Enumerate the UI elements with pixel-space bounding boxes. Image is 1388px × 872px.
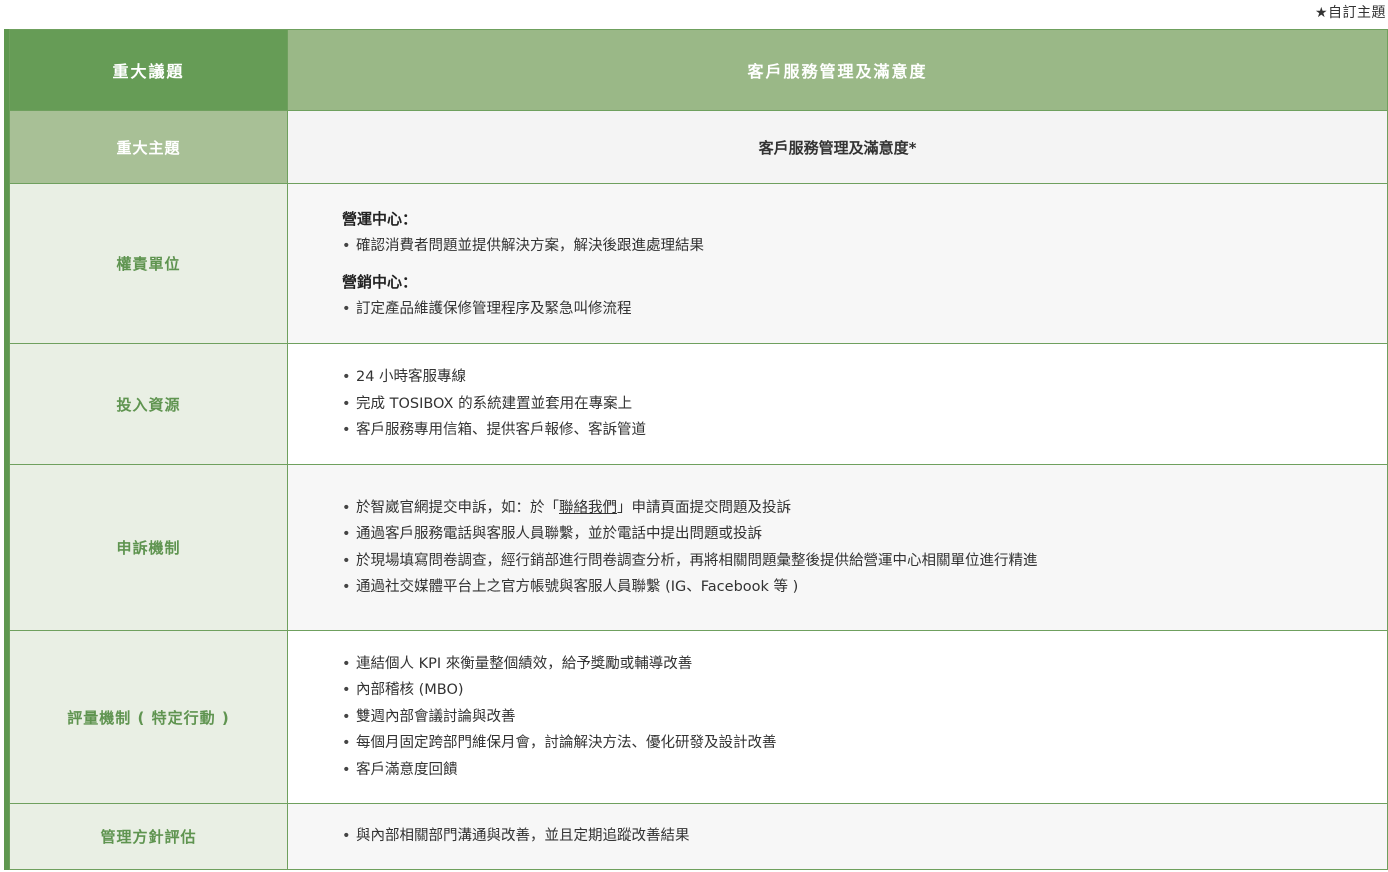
bullet-icon: • bbox=[342, 300, 351, 317]
bullet-icon: • bbox=[342, 655, 351, 672]
list-item: • 客戶服務專用信箱、提供客戶報修、客訴管道 bbox=[342, 417, 1387, 444]
contact-us-link[interactable]: 聯絡我們 bbox=[559, 500, 617, 516]
bullet-icon: • bbox=[342, 708, 351, 725]
list-item: • 於現場填寫問卷調查，經行銷部進行問卷調查分析，再將相關問題彙整後提供給營運中心… bbox=[342, 548, 1387, 575]
bullet-icon: • bbox=[342, 735, 351, 752]
group-title: 營運中心： bbox=[342, 210, 418, 228]
list-item: • 通過社交媒體平台上之官方帳號與客服人員聯繫 (IG、Facebook 等 ) bbox=[342, 574, 1387, 601]
topic-value: 客戶服務管理及滿意度* bbox=[287, 110, 1388, 184]
bullet-icon: • bbox=[342, 579, 351, 595]
custom-topic-note: ★自訂主題 bbox=[1314, 5, 1386, 21]
evaluation-label: 評量機制 ( 特定行動 ) bbox=[9, 630, 288, 804]
bullet-icon: • bbox=[342, 828, 351, 845]
bullet-icon: • bbox=[342, 422, 351, 439]
list-item: • 通過客戶服務電話與客服人員聯繫，並於電話中提出問題或投訴 bbox=[342, 521, 1387, 548]
list-item: • 內部稽核 (MBO) bbox=[342, 677, 1387, 704]
bullet-icon: • bbox=[342, 499, 351, 516]
management-content: • 與內部相關部門溝通與改善，並且定期追蹤改善結果 bbox=[287, 803, 1388, 870]
complaint-row: 申訴機制 • 於智崴官網提交申訴，如：於「聯絡我們」申請頁面提交問題及投訴 • 通過… bbox=[9, 464, 1388, 631]
bullet-icon: • bbox=[342, 526, 351, 542]
bullet-icon: • bbox=[342, 395, 351, 412]
responsibility-content: 營運中心： • 確認消費者問題並提供解決方案，解決後跟進處理結果 營銷中心： • 訂… bbox=[287, 183, 1388, 344]
bullet-icon: • bbox=[342, 369, 351, 386]
complaint-content: • 於智崴官網提交申訴，如：於「聯絡我們」申請頁面提交問題及投訴 • 通過客戶服務電… bbox=[287, 464, 1388, 631]
evaluation-row: 評量機制 ( 特定行動 ) • 連結個人 KPI 來衡量整個績效，給予獎勵或輔導改… bbox=[9, 630, 1388, 804]
list-item: • 完成 TOSIBOX 的系統建置並套用在專案上 bbox=[342, 391, 1387, 418]
evaluation-content: • 連結個人 KPI 來衡量整個績效，給予獎勵或輔導改善 • 內部稽核 (MBO) … bbox=[287, 630, 1388, 804]
resources-row: 投入資源 • 24 小時客服專線 • 完成 TOSIBOX 的系統建置並套用在專案上… bbox=[9, 343, 1388, 465]
list-item: • 客戶滿意度回饋 bbox=[342, 757, 1387, 784]
list-item: • 連結個人 KPI 來衡量整個績效，給予獎勵或輔導改善 bbox=[342, 651, 1387, 678]
list-item: • 每個月固定跨部門維保月會，討論解決方法、優化研發及設計改善 bbox=[342, 730, 1387, 757]
topic-label: 重大主題 bbox=[9, 110, 288, 184]
header-row: 重大議題 客戶服務管理及滿意度 bbox=[9, 29, 1388, 111]
header-label: 重大議題 bbox=[9, 29, 288, 111]
resources-content: • 24 小時客服專線 • 完成 TOSIBOX 的系統建置並套用在專案上 • 客戶服… bbox=[287, 343, 1388, 465]
bullet-icon: • bbox=[342, 682, 351, 699]
topic-row: 重大主題 客戶服務管理及滿意度* bbox=[9, 110, 1388, 184]
material-topic-table: 重大議題 客戶服務管理及滿意度 重大主題 客戶服務管理及滿意度* 權責單位 營運… bbox=[4, 29, 1388, 870]
responsibility-row: 權責單位 營運中心： • 確認消費者問題並提供解決方案，解決後跟進處理結果 營銷中… bbox=[9, 183, 1388, 344]
bullet-icon: • bbox=[342, 552, 351, 569]
list-item: • 24 小時客服專線 bbox=[342, 364, 1387, 391]
header-value: 客戶服務管理及滿意度 bbox=[287, 29, 1388, 111]
bullet-icon: • bbox=[342, 238, 351, 254]
list-item: • 於智崴官網提交申訴，如：於「聯絡我們」申請頁面提交問題及投訴 bbox=[342, 495, 1387, 522]
list-item: • 訂定產品維護保修管理程序及緊急叫修流程 bbox=[342, 296, 1387, 323]
list-item: • 確認消費者問題並提供解決方案，解決後跟進處理結果 bbox=[342, 233, 1387, 260]
resources-label: 投入資源 bbox=[9, 343, 288, 465]
bullet-icon: • bbox=[342, 761, 351, 778]
responsibility-label: 權責單位 bbox=[9, 183, 288, 344]
complaint-label: 申訴機制 bbox=[9, 464, 288, 631]
management-row: 管理方針評估 • 與內部相關部門溝通與改善，並且定期追蹤改善結果 bbox=[9, 803, 1388, 870]
list-item: • 雙週內部會議討論與改善 bbox=[342, 704, 1387, 731]
group-title: 營銷中心： bbox=[342, 272, 418, 291]
list-item: • 與內部相關部門溝通與改善，並且定期追蹤改善結果 bbox=[342, 823, 1387, 850]
management-label: 管理方針評估 bbox=[9, 803, 288, 870]
